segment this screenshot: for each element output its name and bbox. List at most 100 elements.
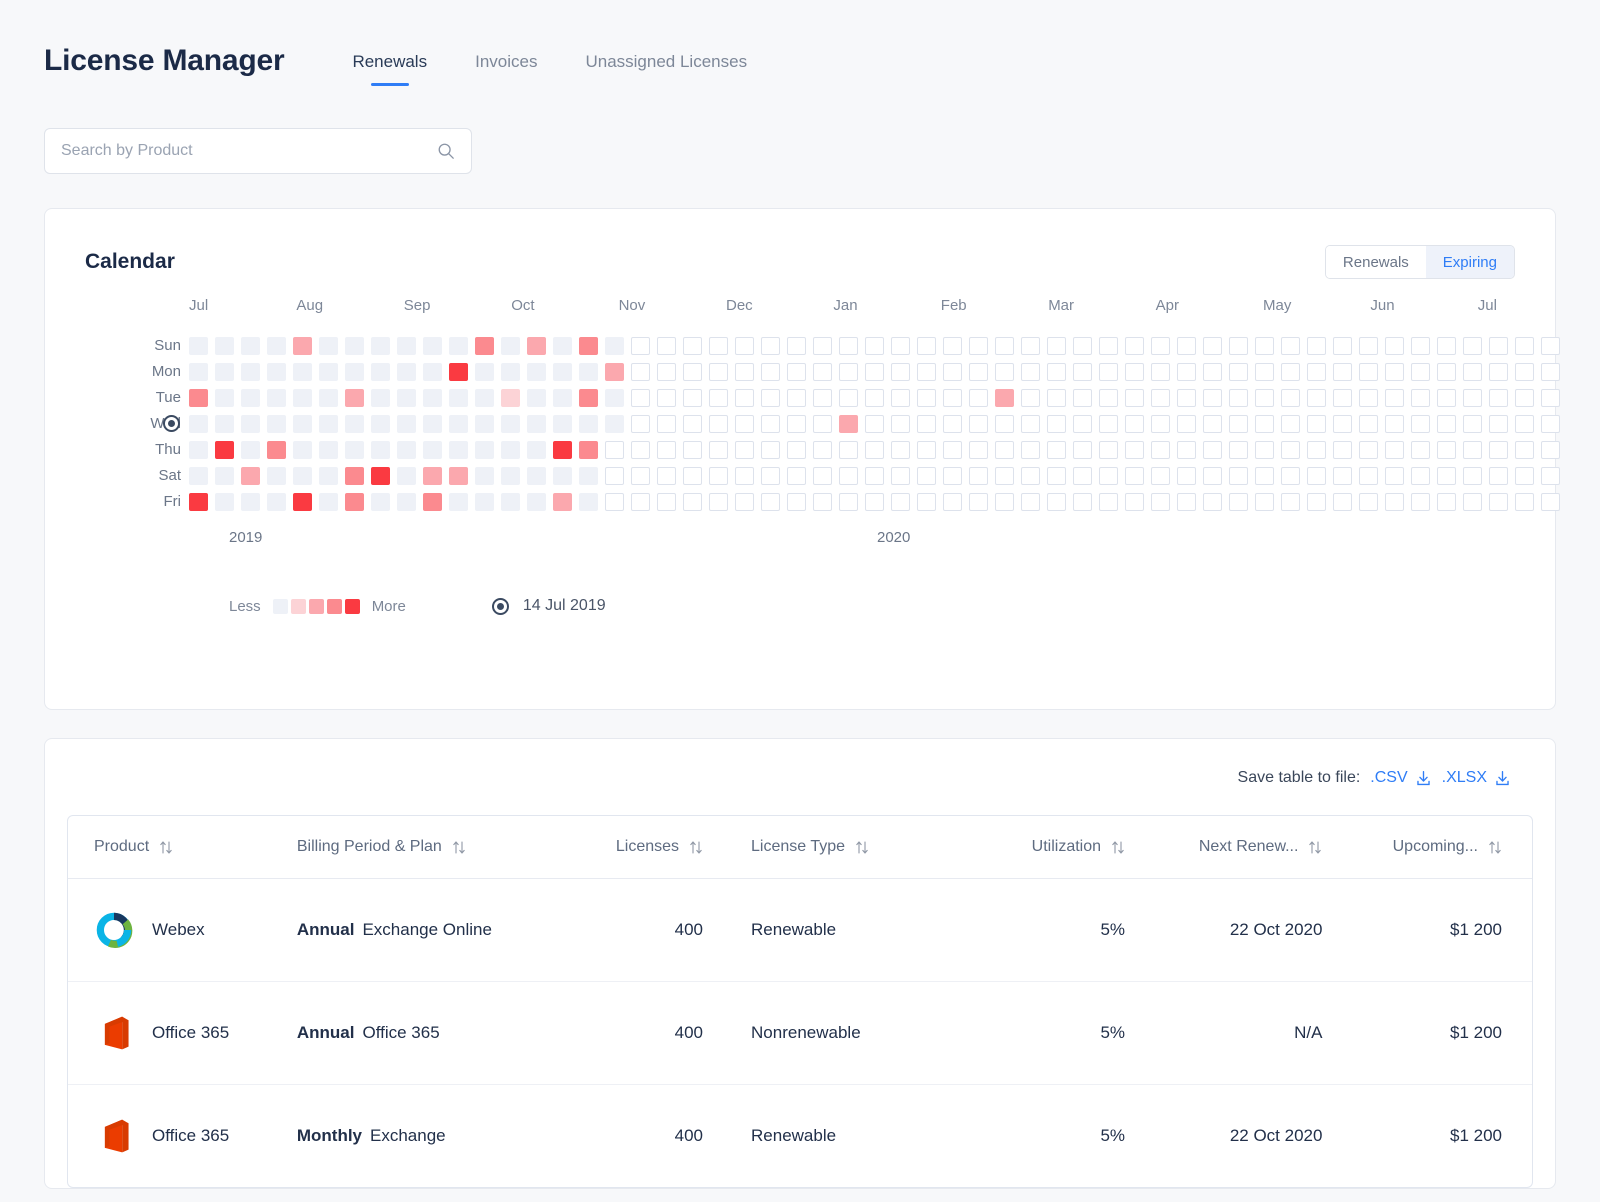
heatmap-cell[interactable] (267, 389, 286, 407)
heatmap-cell[interactable] (605, 337, 624, 355)
download-icon[interactable] (1494, 770, 1511, 787)
heatmap-cell-empty[interactable] (1073, 337, 1092, 355)
heatmap-cell[interactable] (319, 337, 338, 355)
heatmap-cell-empty[interactable] (839, 441, 858, 459)
heatmap-cell-empty[interactable] (969, 415, 988, 433)
heatmap-cell-empty[interactable] (1047, 415, 1066, 433)
heatmap-cell-empty[interactable] (761, 493, 780, 511)
heatmap-cell-empty[interactable] (1515, 363, 1534, 381)
heatmap-cell-empty[interactable] (1125, 363, 1144, 381)
heatmap-cell-empty[interactable] (1515, 389, 1534, 407)
heatmap-cell-empty[interactable] (1229, 493, 1248, 511)
heatmap-cell[interactable] (449, 415, 468, 433)
heatmap-cell-empty[interactable] (1255, 363, 1274, 381)
heatmap-cell-empty[interactable] (1047, 467, 1066, 485)
heatmap-cell[interactable] (527, 467, 546, 485)
heatmap-cell-empty[interactable] (891, 441, 910, 459)
heatmap-cell[interactable] (345, 363, 364, 381)
heatmap-cell[interactable] (527, 441, 546, 459)
selected-day-marker-icon[interactable] (163, 415, 180, 432)
heatmap-cell[interactable] (449, 389, 468, 407)
heatmap-cell-empty[interactable] (1307, 467, 1326, 485)
heatmap-cell[interactable] (527, 337, 546, 355)
heatmap-cell-empty[interactable] (683, 415, 702, 433)
heatmap-cell-empty[interactable] (1281, 467, 1300, 485)
heatmap-cell-empty[interactable] (787, 441, 806, 459)
heatmap-cell-empty[interactable] (1359, 493, 1378, 511)
heatmap-cell-empty[interactable] (735, 493, 754, 511)
heatmap-cell-empty[interactable] (1489, 493, 1508, 511)
heatmap-cell-empty[interactable] (1021, 337, 1040, 355)
heatmap-cell-empty[interactable] (683, 441, 702, 459)
heatmap-cell-empty[interactable] (1541, 389, 1560, 407)
heatmap-cell-empty[interactable] (1333, 363, 1352, 381)
heatmap-cell-empty[interactable] (1281, 415, 1300, 433)
heatmap-cell-empty[interactable] (995, 363, 1014, 381)
heatmap-cell-empty[interactable] (1099, 389, 1118, 407)
heatmap-cell[interactable] (553, 389, 572, 407)
heatmap-cell[interactable] (241, 441, 260, 459)
heatmap-cell-empty[interactable] (1229, 389, 1248, 407)
heatmap-cell-empty[interactable] (1099, 415, 1118, 433)
heatmap-cell-empty[interactable] (839, 389, 858, 407)
heatmap-cell[interactable] (553, 337, 572, 355)
heatmap-cell[interactable] (423, 493, 442, 511)
heatmap-cell-empty[interactable] (1541, 441, 1560, 459)
heatmap-cell-empty[interactable] (891, 415, 910, 433)
heatmap-cell-empty[interactable] (917, 363, 936, 381)
heatmap-cell-empty[interactable] (1099, 337, 1118, 355)
heatmap-cell-empty[interactable] (1515, 415, 1534, 433)
heatmap-cell[interactable] (215, 389, 234, 407)
heatmap-cell-empty[interactable] (917, 493, 936, 511)
heatmap-cell-empty[interactable] (865, 389, 884, 407)
heatmap-cell-empty[interactable] (709, 441, 728, 459)
heatmap-cell-empty[interactable] (1307, 337, 1326, 355)
heatmap-cell[interactable] (449, 441, 468, 459)
heatmap-cell-empty[interactable] (891, 493, 910, 511)
heatmap-cell[interactable] (267, 467, 286, 485)
heatmap-cell-empty[interactable] (1437, 493, 1456, 511)
heatmap-cell[interactable] (371, 467, 390, 485)
heatmap-cell-empty[interactable] (1359, 337, 1378, 355)
heatmap-cell-empty[interactable] (891, 389, 910, 407)
heatmap-cell-empty[interactable] (735, 363, 754, 381)
heatmap-cell-empty[interactable] (1255, 441, 1274, 459)
heatmap-cell-empty[interactable] (1333, 467, 1352, 485)
heatmap-cell-empty[interactable] (943, 493, 962, 511)
heatmap-cell-empty[interactable] (1203, 415, 1222, 433)
heatmap-cell-empty[interactable] (761, 415, 780, 433)
heatmap-cell-empty[interactable] (891, 363, 910, 381)
heatmap-cell[interactable] (293, 337, 312, 355)
heatmap-cell[interactable] (449, 493, 468, 511)
heatmap-cell[interactable] (319, 441, 338, 459)
heatmap-cell-empty[interactable] (1073, 363, 1092, 381)
heatmap-cell-empty[interactable] (1047, 441, 1066, 459)
heatmap-cell-empty[interactable] (735, 441, 754, 459)
heatmap-cell-empty[interactable] (1541, 415, 1560, 433)
heatmap-cell-empty[interactable] (1411, 363, 1430, 381)
heatmap-cell[interactable] (501, 389, 520, 407)
heatmap-cell[interactable] (397, 493, 416, 511)
heatmap-cell[interactable] (319, 415, 338, 433)
heatmap-cell-empty[interactable] (1489, 467, 1508, 485)
heatmap-cell[interactable] (553, 415, 572, 433)
heatmap-cell-empty[interactable] (709, 363, 728, 381)
heatmap-cell-empty[interactable] (1463, 415, 1482, 433)
heatmap-cell-empty[interactable] (1255, 493, 1274, 511)
heatmap-cell[interactable] (189, 467, 208, 485)
heatmap-cell-empty[interactable] (787, 363, 806, 381)
table-row[interactable]: Webex Annual Exchange Online 400 Renewable 5%… (68, 878, 1532, 982)
heatmap-cell[interactable] (215, 415, 234, 433)
heatmap-cell-empty[interactable] (787, 389, 806, 407)
heatmap-cell[interactable] (345, 441, 364, 459)
heatmap-cell-empty[interactable] (1177, 363, 1196, 381)
heatmap-cell[interactable] (371, 363, 390, 381)
download-xlsx-button[interactable]: .XLSX (1442, 769, 1511, 787)
heatmap-cell-empty[interactable] (1125, 441, 1144, 459)
heatmap-cell-empty[interactable] (657, 363, 676, 381)
heatmap-cell-empty[interactable] (839, 493, 858, 511)
heatmap-cell-empty[interactable] (1437, 389, 1456, 407)
heatmap-cell-empty[interactable] (969, 467, 988, 485)
heatmap-cell-empty[interactable] (1021, 441, 1040, 459)
heatmap-cell[interactable] (475, 493, 494, 511)
